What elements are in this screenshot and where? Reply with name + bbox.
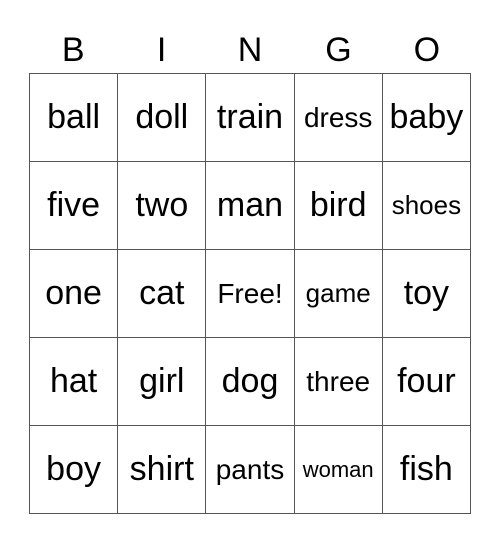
bingo-card-grid: ball doll train dress baby five two man bird shoe… [29,73,471,514]
bingo-cell[interactable]: two [118,162,207,250]
bingo-cell[interactable]: toy [382,250,471,338]
bingo-cell[interactable]: five [30,162,119,250]
bingo-cell[interactable]: man [206,162,295,250]
bingo-cell[interactable]: dress [294,74,383,162]
bingo-cell[interactable]: doll [118,74,207,162]
bingo-cell[interactable]: one [30,250,119,338]
bingo-cell[interactable]: fish [382,426,471,514]
bingo-cell[interactable]: hat [30,338,119,426]
bingo-cell[interactable]: four [382,338,471,426]
bingo-cell[interactable]: cat [118,250,207,338]
header-letter-o: O [413,31,441,69]
bingo-cell[interactable]: baby [382,74,471,162]
bingo-cell[interactable]: shoes [382,162,471,250]
header-letter-n: N [237,31,263,69]
bingo-cell[interactable]: boy [30,426,119,514]
header-letter-i: I [156,31,167,69]
bingo-cell[interactable]: ball [30,74,119,162]
header-letter-b: B [61,31,85,69]
header-letter-g: G [325,31,352,69]
bingo-header: B I N G O [29,28,471,72]
bingo-cell[interactable]: bird [294,162,383,250]
free-space-cell[interactable]: Free! [206,250,295,338]
bingo-cell[interactable]: dog [206,338,295,426]
bingo-cell[interactable]: girl [118,338,207,426]
bingo-cell[interactable]: three [294,338,383,426]
bingo-cell[interactable]: train [206,74,295,162]
bingo-cell[interactable]: woman [294,426,383,514]
bingo-cell[interactable]: shirt [118,426,207,514]
bingo-cell[interactable]: pants [206,426,295,514]
bingo-cell[interactable]: game [294,250,383,338]
